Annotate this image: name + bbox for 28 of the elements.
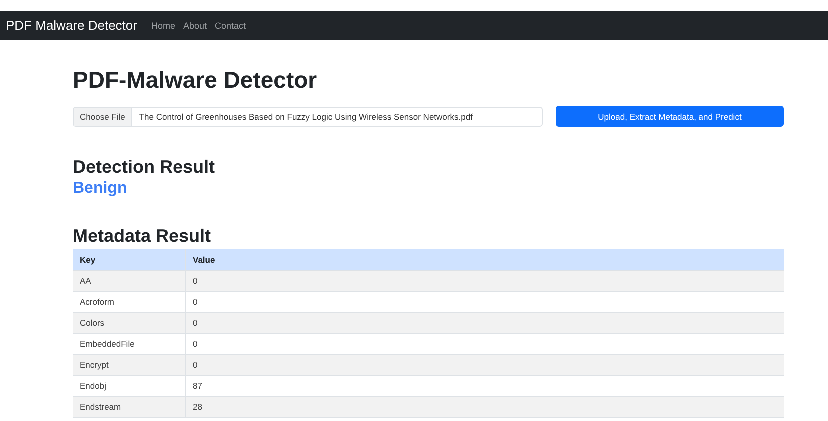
section-heading: Metadata Result: [73, 226, 212, 247]
table-cell: Encrypt: [73, 354, 186, 376]
file-input[interactable]: Choose File The Control of Greenhouses Based on Fuzzy Logic Using Wireless Sensor Networks.pdf: [73, 106, 543, 126]
table-cell: Endobj: [73, 376, 186, 396]
table-cell: Endstream: [73, 396, 186, 418]
table-cell: 87: [186, 376, 784, 396]
nav-link[interactable]: Contact: [215, 20, 246, 30]
table-cell: Colors: [73, 312, 186, 334]
table-cell: 0: [186, 354, 784, 376]
table-cell: 0: [186, 292, 784, 312]
choose-file-button[interactable]: Choose File: [74, 108, 132, 126]
table-cell: EmbeddedFile: [73, 334, 186, 354]
table-cell: AA: [73, 270, 186, 292]
section-heading: Detection Result: [73, 157, 216, 178]
page-title: PDF-Malware Detector: [73, 67, 318, 94]
nav-link[interactable]: About: [184, 20, 208, 30]
table-cell: 0: [186, 312, 784, 334]
file-name: The Control of Greenhouses Based on Fuzzy Logic Using Wireless Sensor Networks.pdf: [138, 112, 473, 122]
upload-button[interactable]: Upload, Extract Metadata, and Predict: [556, 106, 784, 127]
table-cell: 0: [186, 270, 784, 292]
column-header: Value: [186, 249, 784, 270]
nav-link[interactable]: Home: [151, 20, 176, 30]
table-cell: 28: [186, 396, 784, 418]
brand-link[interactable]: PDF Malware Detector: [6, 18, 138, 33]
table-cell: Acroform: [73, 292, 186, 312]
table-cell: 0: [186, 334, 784, 354]
detection-result: Benign: [73, 180, 128, 198]
column-header: Key: [73, 249, 186, 270]
